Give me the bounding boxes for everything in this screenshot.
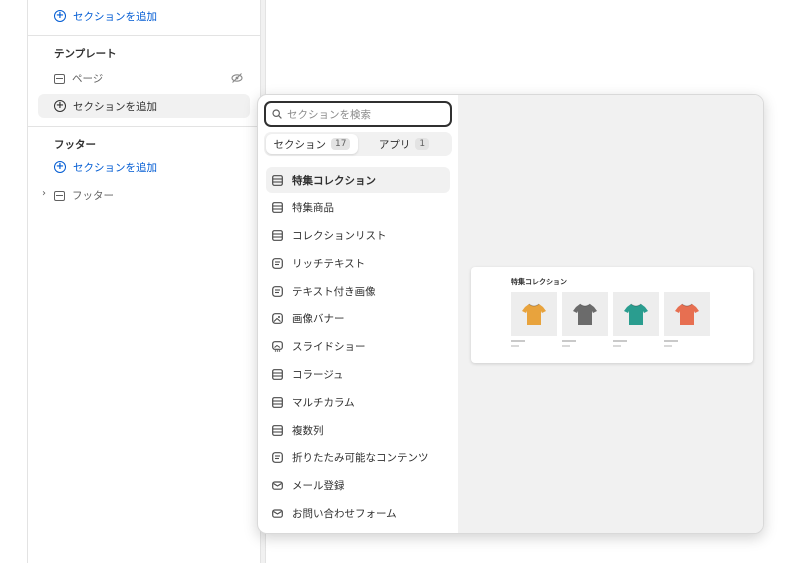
- image-icon: [272, 313, 283, 325]
- email-icon: [272, 481, 283, 491]
- slideshow-icon: [272, 341, 283, 352]
- app-left-rail: [0, 0, 28, 563]
- layout-rows-icon: [272, 369, 283, 380]
- text-block-icon: [272, 257, 283, 269]
- plus-circle-icon: +: [54, 161, 66, 173]
- plus-circle-icon: +: [54, 100, 66, 112]
- section-list-item[interactable]: コレクションリスト: [266, 223, 450, 249]
- section-list-item[interactable]: リッチテキスト: [266, 250, 450, 276]
- section-list-item[interactable]: 折りたたみ可能なコンテンツ: [266, 445, 450, 471]
- section-item-label: 複数列: [292, 424, 324, 437]
- sidebar-item-label: フッター: [72, 190, 114, 202]
- section-preview-card: 特集コレクション: [471, 267, 753, 363]
- email-icon: [272, 509, 283, 518]
- header-add-section-link[interactable]: + セクションを追加: [38, 4, 157, 28]
- section-item-label: スライドショー: [292, 341, 366, 354]
- sidebar-item-page[interactable]: ページ: [54, 71, 103, 86]
- layout-rows-icon: [272, 174, 283, 186]
- section-item-label: メール登録: [292, 480, 345, 493]
- eye-off-icon[interactable]: [231, 72, 243, 84]
- layout-footer-icon: [54, 190, 65, 201]
- section-list-item[interactable]: 複数列: [266, 417, 450, 443]
- search-icon: [272, 109, 282, 119]
- layout-rows-icon: [272, 396, 283, 408]
- add-section-label: セクションを追加: [73, 10, 157, 23]
- template-add-section-button[interactable]: + セクションを追加: [38, 94, 250, 118]
- template-group-title: テンプレート: [54, 48, 117, 60]
- tshirt-icon: [675, 303, 699, 325]
- tab-label: アプリ: [378, 138, 411, 151]
- footer-add-section-link[interactable]: + セクションを追加: [38, 155, 157, 179]
- sidebar-item-footer[interactable]: フッター: [54, 188, 114, 203]
- section-list-item[interactable]: コラージュ: [266, 362, 450, 388]
- section-item-label: 折りたたみ可能なコンテンツ: [292, 452, 429, 465]
- divider: [28, 126, 260, 127]
- section-list-item[interactable]: マルチカラム: [266, 389, 450, 415]
- section-item-label: 特集商品: [292, 202, 334, 215]
- preview-product-card: [562, 292, 608, 352]
- count-badge: 17: [331, 138, 351, 150]
- divider: [28, 35, 260, 36]
- section-list-item[interactable]: テキスト付き画像: [266, 278, 450, 304]
- section-item-label: マルチカラム: [292, 396, 355, 409]
- tab-apps[interactable]: アプリ 1: [358, 134, 450, 154]
- section-list-item[interactable]: メール登録: [266, 473, 450, 499]
- footer-group-title: フッター: [54, 139, 96, 151]
- section-item-label: リッチテキスト: [292, 257, 366, 270]
- layout-rows-icon: [272, 230, 283, 241]
- plus-circle-icon: +: [54, 10, 66, 22]
- tshirt-icon: [522, 303, 546, 325]
- text-block-icon: [272, 452, 283, 464]
- section-list: 特集コレクション 特集商品コレクションリスト リッチテキスト テキスト付き画像 画像バナ…: [266, 167, 450, 528]
- preview-title: 特集コレクション: [511, 278, 567, 286]
- chevron-right-icon[interactable]: ›: [42, 188, 46, 199]
- layout-rows-icon: [272, 424, 283, 436]
- section-item-label: テキスト付き画像: [292, 285, 376, 298]
- section-list-item[interactable]: 画像バナー: [266, 306, 450, 332]
- tshirt-icon: [624, 303, 648, 325]
- section-item-label: 画像バナー: [292, 313, 345, 326]
- section-tabs: セクション 17 アプリ 1: [264, 132, 452, 156]
- layout-rows-icon: [272, 202, 283, 214]
- section-list-item[interactable]: 特集商品: [266, 195, 450, 221]
- section-list-item[interactable]: お問い合わせフォーム: [266, 501, 450, 527]
- section-item-label: コラージュ: [292, 369, 344, 382]
- sidebar-item-label: ページ: [72, 73, 104, 85]
- section-search-input[interactable]: セクションを検索: [264, 101, 452, 127]
- section-list-item[interactable]: 特集コレクション: [266, 167, 450, 193]
- preview-product-card: [664, 292, 710, 352]
- section-item-label: コレクションリスト: [292, 230, 387, 243]
- preview-product-card: [511, 292, 557, 352]
- count-badge: 1: [415, 138, 430, 150]
- add-section-popover: セクションを検索 セクション 17 アプリ 1 特集コレクション 特集商品 コレクシ…: [257, 94, 764, 534]
- add-section-label: セクションを追加: [73, 161, 157, 174]
- preview-product-card: [613, 292, 659, 352]
- tshirt-icon: [573, 303, 597, 325]
- add-section-label: セクションを追加: [73, 100, 157, 113]
- layout-icon: [54, 73, 65, 84]
- search-placeholder: セクションを検索: [287, 108, 371, 121]
- text-block-icon: [272, 285, 283, 297]
- section-item-label: 特集コレクション: [292, 174, 376, 187]
- tab-label: セクション: [273, 138, 327, 151]
- section-item-label: お問い合わせフォーム: [292, 508, 397, 521]
- section-list-item[interactable]: スライドショー: [266, 334, 450, 360]
- tab-sections[interactable]: セクション 17: [266, 134, 358, 154]
